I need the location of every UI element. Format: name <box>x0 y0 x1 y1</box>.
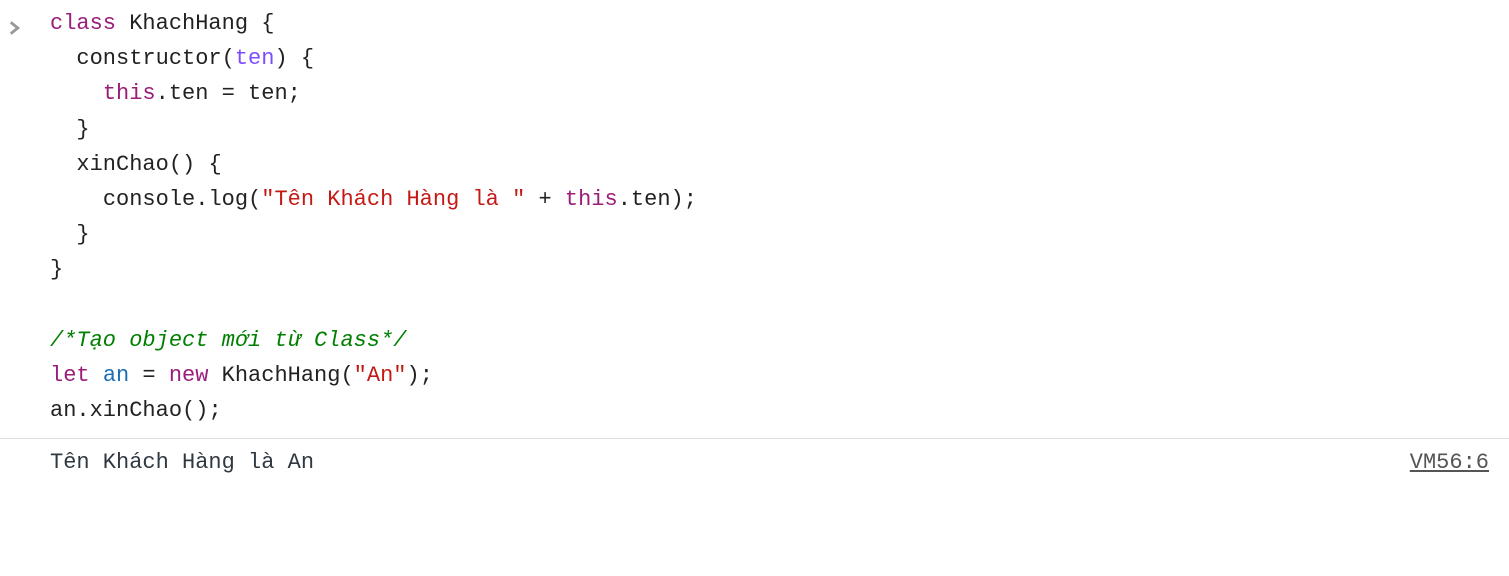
empty-parens: () <box>169 152 195 177</box>
dot: . <box>195 187 208 212</box>
paren-close: ) <box>671 187 684 212</box>
paren-open: ( <box>340 363 353 388</box>
log-ident: log <box>208 187 248 212</box>
dot: . <box>156 81 169 106</box>
semicolon: ; <box>684 187 697 212</box>
semicolon: ; <box>208 398 221 423</box>
semicolon: ; <box>288 81 301 106</box>
console-log-output: Tên Khách Hàng là An <box>50 445 1410 480</box>
keyword-class: class <box>50 11 116 36</box>
paren-open: ( <box>248 187 261 212</box>
keyword-this: this <box>103 81 156 106</box>
console-input-row: class KhachHang { constructor(ten) { thi… <box>0 0 1509 438</box>
empty-parens: () <box>182 398 208 423</box>
ctor-call: KhachHang <box>222 363 341 388</box>
console-output-row: Tên Khách Hàng là An VM56:6 <box>0 439 1509 486</box>
log-string: "Tên Khách Hàng là " <box>261 187 525 212</box>
brace-open: { <box>208 152 221 177</box>
prop-ten: ten <box>631 187 671 212</box>
chevron-right-icon <box>8 12 22 47</box>
param-ten-use: ten <box>248 81 288 106</box>
keyword-this: this <box>565 187 618 212</box>
brace-close: } <box>76 222 89 247</box>
brace-close: } <box>50 257 63 282</box>
arg-an: "An" <box>354 363 407 388</box>
source-link[interactable]: VM56:6 <box>1410 445 1489 480</box>
constructor-keyword: constructor <box>76 46 221 71</box>
paren-close: ) <box>406 363 419 388</box>
semicolon: ; <box>420 363 433 388</box>
comment: /*Tạo object mới từ Class*/ <box>50 328 406 353</box>
dot: . <box>618 187 631 212</box>
console-ident: console <box>103 187 195 212</box>
param-ten: ten <box>235 46 275 71</box>
prop-ten: ten <box>169 81 209 106</box>
paren-open: ( <box>222 46 235 71</box>
keyword-let: let <box>50 363 90 388</box>
call-method: xinChao <box>90 398 182 423</box>
equals: = <box>208 81 248 106</box>
var-an: an <box>103 363 129 388</box>
method-name: xinChao <box>76 152 168 177</box>
keyword-new: new <box>169 363 209 388</box>
equals: = <box>129 363 169 388</box>
dot: . <box>76 398 89 423</box>
class-name: KhachHang <box>129 11 248 36</box>
code-input[interactable]: class KhachHang { constructor(ten) { thi… <box>50 6 1501 428</box>
call-target: an <box>50 398 76 423</box>
brace-close: } <box>76 117 89 142</box>
paren-close: ) <box>274 46 287 71</box>
brace-open: { <box>301 46 314 71</box>
plus: + <box>525 187 565 212</box>
brace-open: { <box>261 11 274 36</box>
